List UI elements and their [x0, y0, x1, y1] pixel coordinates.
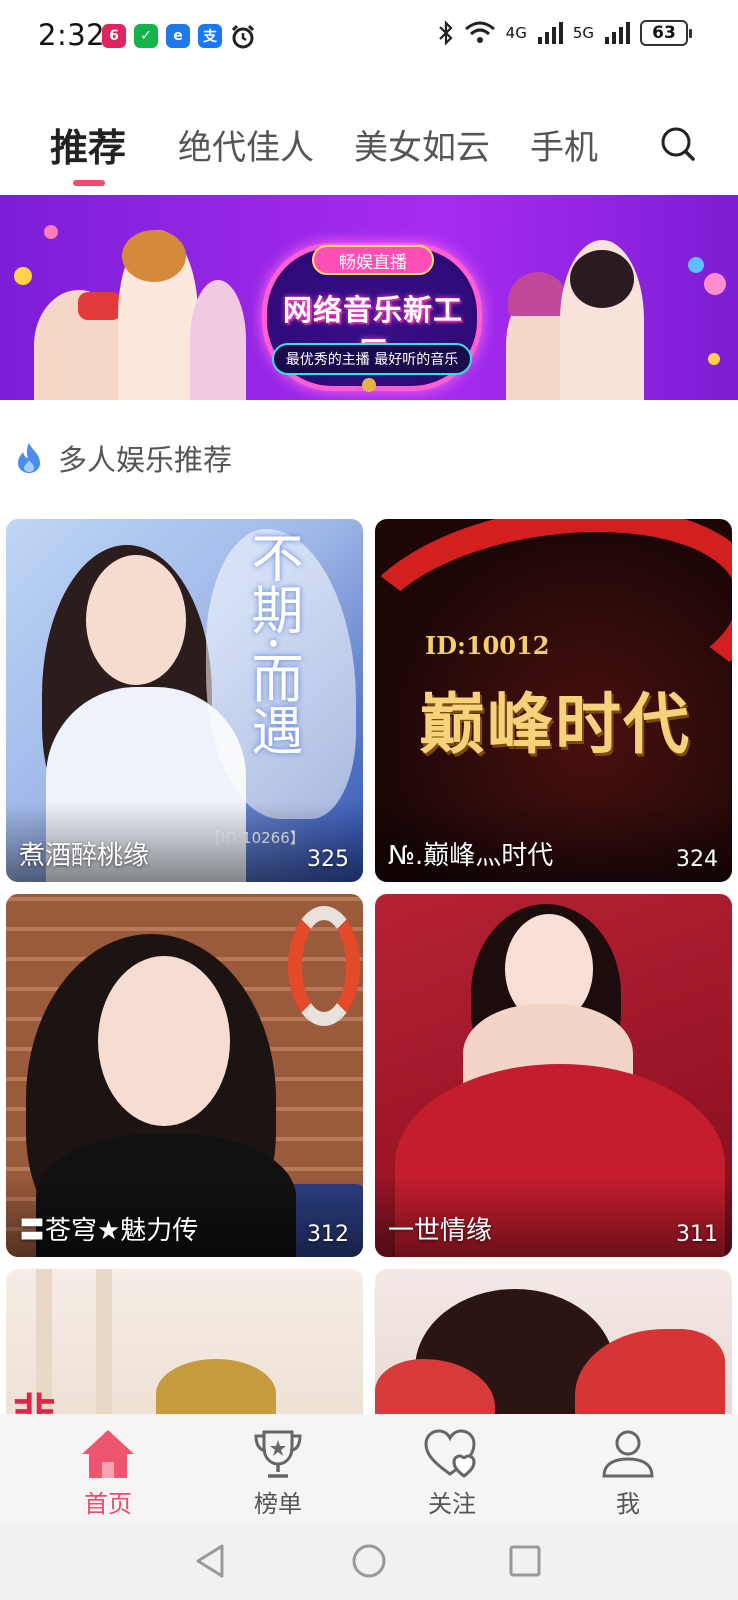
- signal-icon-1: [537, 22, 563, 44]
- banner-pill: 畅娱直播: [312, 245, 434, 275]
- card-art-id: ID:10012: [425, 631, 550, 660]
- room-count: 312: [307, 1222, 349, 1247]
- banner-page-indicator: [362, 378, 376, 392]
- card-art-lifebuoy: [288, 906, 360, 1026]
- heart-icon: [424, 1429, 476, 1478]
- banner-host-figure: [122, 230, 186, 282]
- wifi-icon: [464, 21, 495, 43]
- wechat-icon: ✓: [134, 24, 158, 48]
- status-app-icons: 6 ✓ e 支: [102, 24, 256, 50]
- room-count: 324: [676, 847, 718, 872]
- status-indicators: 4G 5G 63: [438, 20, 692, 46]
- nav-home[interactable]: 首页: [48, 1414, 168, 1522]
- section-title: 多人娱乐推荐: [58, 443, 233, 477]
- nav-follow[interactable]: 关注: [392, 1414, 512, 1522]
- banner-host-figure: [508, 272, 568, 316]
- battery-icon: 63: [640, 20, 692, 46]
- bottom-nav: 首页 榜单 关注 我: [0, 1414, 738, 1522]
- candy-decoration: [708, 353, 720, 365]
- candy-decoration: [688, 257, 704, 273]
- tab-indicator: [73, 180, 105, 186]
- status-time: 2:32: [38, 18, 106, 52]
- room-card[interactable]: 一世情缘 311: [375, 894, 732, 1257]
- alipay-icon: 支: [198, 24, 222, 48]
- nav-ranking[interactable]: 榜单: [218, 1414, 338, 1522]
- nav-me[interactable]: 我: [568, 1414, 688, 1522]
- bluetooth-icon: [438, 20, 453, 46]
- top-tabs: 推荐 绝代佳人 美女如云 手机: [0, 100, 738, 192]
- network-type-1: 4G: [505, 24, 527, 42]
- home-icon: [82, 1430, 134, 1478]
- tab-beauties[interactable]: 美女如云: [354, 120, 490, 169]
- candy-decoration: [704, 273, 726, 295]
- search-icon[interactable]: [660, 126, 696, 162]
- promo-banner[interactable]: 畅娱直播 网络音乐新工厂 最优秀的主播 最好听的音乐: [0, 195, 738, 400]
- app-notification-icon: 6: [102, 24, 126, 48]
- nav-label: 我: [616, 1490, 640, 1518]
- room-name: №.巅峰灬时代: [388, 841, 554, 871]
- banner-host-figure: [190, 280, 246, 400]
- card-art-title: 不期·而遇: [242, 531, 302, 756]
- banner-host-figure: [570, 250, 634, 308]
- room-card[interactable]: 不期·而遇 【ID:10266】 煮酒醉桃缘 325: [6, 519, 363, 882]
- banner-host-figure: [78, 292, 122, 320]
- nav-label: 关注: [428, 1490, 476, 1518]
- room-count: 325: [307, 847, 349, 872]
- system-nav-bar: [0, 1522, 738, 1600]
- card-art: [96, 1269, 112, 1429]
- trophy-icon: [254, 1430, 302, 1478]
- candy-decoration: [14, 267, 32, 285]
- home-button-icon[interactable]: [350, 1542, 388, 1580]
- room-name: 一世情缘: [388, 1216, 493, 1246]
- room-card[interactable]: 〓苍穹★魅力传 312: [6, 894, 363, 1257]
- tab-peerless-beauty[interactable]: 绝代佳人: [178, 120, 314, 169]
- fire-icon: [18, 443, 40, 473]
- nav-label: 首页: [84, 1490, 132, 1518]
- banner-subtitle: 最优秀的主播 最好听的音乐: [272, 343, 472, 375]
- room-card[interactable]: 非: [6, 1269, 363, 1429]
- nav-label: 榜单: [254, 1490, 302, 1518]
- status-bar: 2:32 6 ✓ e 支 4G 5G 63: [0, 0, 738, 72]
- recent-apps-icon[interactable]: [506, 1542, 544, 1580]
- card-art: [86, 555, 186, 685]
- browser-icon: e: [166, 24, 190, 48]
- candy-decoration: [44, 225, 58, 239]
- room-card[interactable]: ID:10012 巅峰时代 №.巅峰灬时代 324: [375, 519, 732, 882]
- tab-recommend[interactable]: 推荐: [50, 117, 126, 172]
- section-header: 多人娱乐推荐: [14, 438, 232, 478]
- room-card[interactable]: [375, 1269, 732, 1429]
- network-type-2: 5G: [572, 24, 594, 42]
- room-count: 311: [676, 1222, 718, 1247]
- signal-icon-2: [605, 22, 630, 44]
- person-icon: [602, 1430, 654, 1478]
- alarm-icon: [231, 24, 255, 49]
- tab-mobile[interactable]: 手机: [530, 120, 598, 169]
- card-art-title: 巅峰时代: [419, 686, 691, 763]
- back-icon[interactable]: [192, 1542, 230, 1580]
- card-art: [98, 956, 230, 1126]
- room-name: 煮酒醉桃缘: [19, 841, 150, 871]
- room-name: 〓苍穹★魅力传: [19, 1216, 199, 1246]
